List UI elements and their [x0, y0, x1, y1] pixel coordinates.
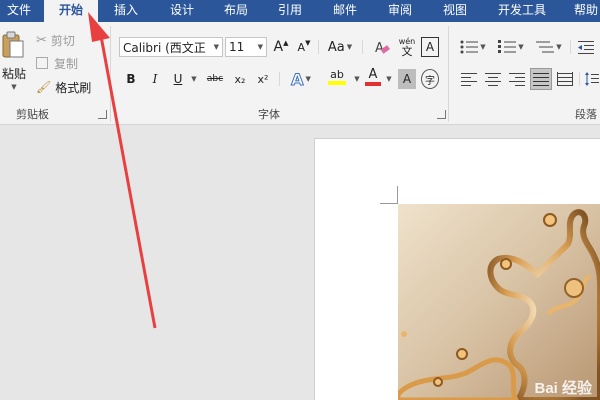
annotation-arrow-icon [88, 12, 157, 329]
